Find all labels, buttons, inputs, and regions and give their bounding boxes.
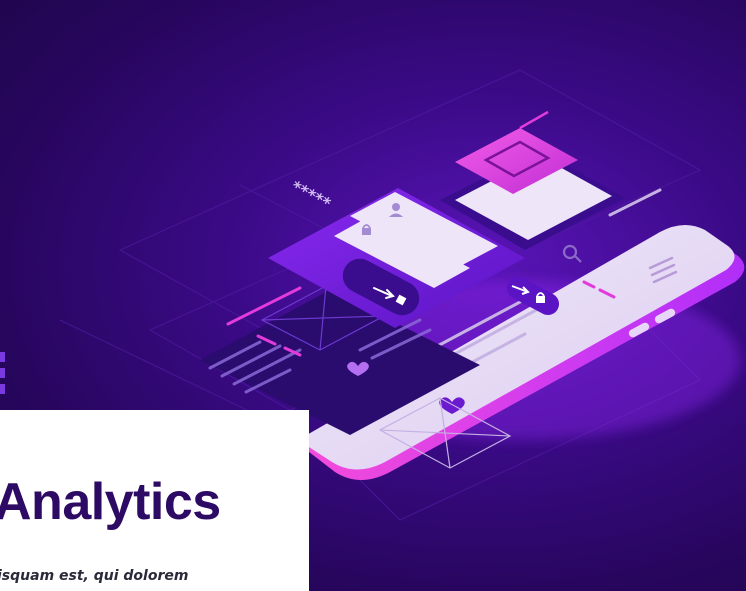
caption-card: Analytics isquam est, qui dolorem: [0, 410, 309, 591]
hero-banner: ***** Analytics isquam est, qui dolorem: [0, 0, 746, 591]
left-edge-accent: [0, 352, 5, 394]
caption-subtitle: isquam est, qui dolorem: [0, 568, 189, 584]
password-mask-text: *****: [288, 177, 334, 214]
page-title: Analytics: [0, 473, 221, 531]
search-icon: [562, 244, 582, 263]
